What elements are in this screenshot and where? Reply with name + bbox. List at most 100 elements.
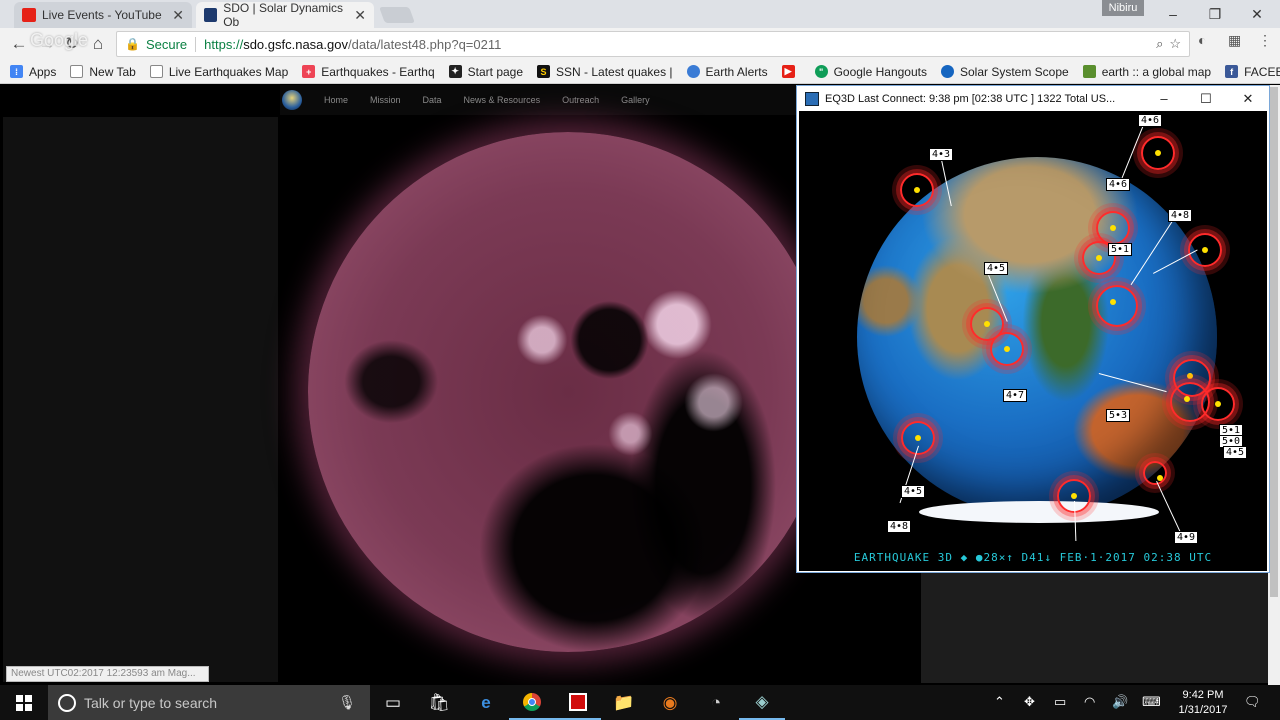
quake-marker[interactable] [900, 173, 934, 207]
bookmark-solar-system-scope[interactable]: Solar System Scope [940, 65, 1069, 79]
eq3d-title: EQ3D Last Connect: 9:38 pm [02:38 UTC ] … [825, 92, 1116, 105]
keyboard-icon[interactable]: ⌨ [1142, 694, 1161, 710]
quake-marker[interactable] [990, 332, 1024, 366]
microphone-icon[interactable]: 🎙 [338, 694, 356, 711]
store-icon[interactable]: 🛍 [416, 685, 462, 720]
url-host: sdo.gsfc.nasa.gov [243, 36, 348, 52]
profile-badge[interactable]: Nibiru [1102, 0, 1144, 16]
firefox-icon[interactable]: ◉ [647, 685, 693, 720]
cortana-search-box[interactable]: Talk or type to search 🎙 [48, 685, 370, 720]
bookmark-facebook[interactable]: f FACEBOOK [1225, 65, 1280, 79]
facebook-icon: f [1225, 65, 1239, 78]
task-view-icon[interactable]: ▭ [370, 685, 416, 720]
quake-marker[interactable] [1143, 461, 1167, 485]
quake-marker[interactable] [1096, 211, 1130, 245]
apps-grid-icon: ⁞ [10, 65, 23, 78]
tab-title: Live Events - YouTube [42, 8, 162, 22]
bookmark-earth-alerts[interactable]: Earth Alerts [686, 64, 768, 79]
bookmark-label: SSN - Latest quakes | [556, 64, 673, 79]
eq3d-taskbar-icon[interactable]: ◈ [739, 685, 785, 720]
magnitude-label: 4•5 [984, 262, 1009, 275]
magnitude-label: 4•9 [1174, 531, 1199, 544]
network-device-icon[interactable]: ✥ [1024, 694, 1035, 710]
volume-icon[interactable]: 🔊 [1112, 694, 1128, 710]
menu-icon[interactable]: ⋮ [1258, 32, 1272, 49]
google-watermark: Google [30, 30, 89, 50]
eq3d-app-icon [805, 91, 819, 106]
nav-data[interactable]: Data [423, 95, 442, 105]
secure-label: Secure [146, 36, 197, 52]
bookmark-earth-map[interactable]: earth :: a global map [1082, 65, 1211, 79]
bookmark-label: Earth Alerts [705, 64, 768, 79]
maximize-icon[interactable]: ❐ [1192, 0, 1238, 28]
extension-icon[interactable]: ◐ [1198, 32, 1206, 48]
bookmark-star-icon[interactable]: ☆ [1169, 36, 1181, 52]
back-icon[interactable]: ← [8, 33, 30, 55]
bookmark-label: FACEBOOK [1244, 64, 1280, 79]
close-window-icon[interactable]: ✕ [1227, 86, 1269, 111]
earth-globe [857, 157, 1217, 517]
bookmark-apps[interactable]: ⁞ Apps [10, 65, 56, 79]
bookmark-earthquakes[interactable]: + Earthquakes - Earthq [302, 65, 435, 79]
right-panel [921, 573, 1273, 683]
eq3d-window[interactable]: EQ3D Last Connect: 9:38 pm [02:38 UTC ] … [796, 85, 1270, 573]
close-tab-icon[interactable]: ✕ [172, 7, 184, 24]
bookmark-youtube[interactable]: ▶ [781, 65, 801, 78]
left-panel [3, 117, 278, 682]
nasa-sdo-logo-icon[interactable] [282, 90, 302, 110]
nav-home[interactable]: Home [324, 95, 348, 105]
quake-marker[interactable] [1201, 387, 1235, 421]
zoom-icon[interactable]: ⌕ [1156, 36, 1163, 52]
tab-sdo[interactable]: SDO | Solar Dynamics Ob ✕ [196, 1, 374, 29]
nav-outreach[interactable]: Outreach [562, 95, 599, 105]
battery-icon[interactable]: ▭ [1054, 694, 1066, 710]
minimize-icon[interactable]: – [1143, 86, 1185, 111]
tab-youtube[interactable]: Live Events - YouTube ✕ [14, 2, 192, 28]
wifi-icon[interactable]: ◠ [1084, 694, 1095, 710]
nav-mission[interactable]: Mission [370, 95, 401, 105]
edge-icon[interactable]: e [463, 685, 509, 720]
clock-app-icon[interactable]: ◔ [693, 685, 739, 720]
clock-time: 9:42 PM [1182, 688, 1224, 701]
quake-marker[interactable] [1141, 136, 1175, 170]
magnitude-label: 4•5 [1223, 446, 1248, 459]
scrollbar-thumb[interactable] [1270, 87, 1278, 597]
minimize-icon[interactable]: – [1150, 0, 1196, 28]
action-center-icon[interactable]: 🗨 [1244, 694, 1261, 710]
bookmark-label: New Tab [89, 64, 136, 79]
nav-gallery[interactable]: Gallery [621, 95, 650, 105]
cortana-icon [58, 693, 76, 712]
bookmark-ssn[interactable]: S SSN - Latest quakes | [537, 65, 673, 79]
maximize-icon[interactable]: ☐ [1185, 86, 1227, 111]
earthquake-globe-view[interactable]: 4•3 4•6 4•6 4•8 5•1 4•5 4•7 5•3 5•1 5•0 … [799, 111, 1267, 571]
magnitude-label: 4•7 [1003, 389, 1028, 402]
magnitude-label: 4•6 [1106, 178, 1131, 191]
file-explorer-icon[interactable]: 📁 [601, 685, 647, 720]
leader-line [1156, 481, 1183, 536]
close-tab-icon[interactable]: ✕ [354, 7, 366, 24]
bookmark-start-page[interactable]: ✦ Start page [448, 65, 523, 79]
chrome-icon[interactable] [509, 685, 555, 720]
nav-news-resources[interactable]: News & Resources [464, 95, 541, 105]
address-bar[interactable]: 🔒 Secure https:// sdo.gsfc.nasa.gov /dat… [116, 31, 1190, 57]
quake-marker[interactable] [901, 421, 935, 455]
home-icon[interactable]: ⌂ [87, 33, 109, 55]
new-tab-button[interactable] [379, 7, 415, 23]
quake-marker[interactable] [1188, 233, 1222, 267]
site-nav: Home Mission Data News & Resources Outre… [280, 85, 800, 115]
bookmark-live-earthquakes[interactable]: Live Earthquakes Map [149, 65, 288, 79]
seismo-icon: + [302, 65, 316, 78]
extension-icon[interactable]: ▦ [1228, 32, 1241, 49]
start-button[interactable] [0, 685, 48, 720]
close-window-icon[interactable]: ✕ [1234, 0, 1280, 28]
search-placeholder: Talk or type to search [84, 694, 218, 711]
show-hidden-icons[interactable]: ⌃ [994, 694, 1005, 710]
system-clock[interactable]: 9:42 PM 1/31/2017 [1168, 685, 1238, 720]
windows-logo-icon [16, 694, 32, 711]
recorder-app-icon[interactable] [555, 685, 601, 720]
bookmark-label: Apps [29, 64, 57, 79]
bookmarks-bar: ⁞ Apps New Tab Live Earthquakes Map + Eart… [0, 60, 1280, 84]
quake-marker[interactable] [1096, 285, 1138, 327]
bookmark-hangouts[interactable]: " Google Hangouts [814, 65, 927, 79]
bookmark-new-tab[interactable]: New Tab [70, 64, 136, 79]
